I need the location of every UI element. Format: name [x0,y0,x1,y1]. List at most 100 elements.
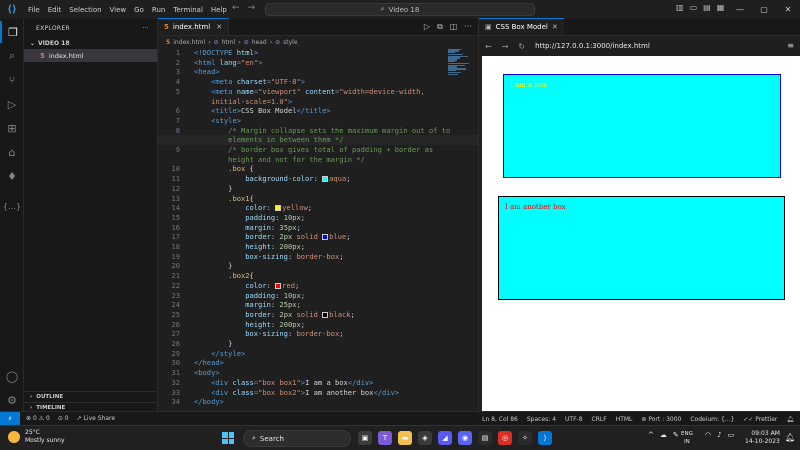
code-line[interactable]: 16 margin: 35px; [158,223,478,233]
discord-icon[interactable]: ◉ [458,431,472,445]
code-line[interactable]: 18 height: 200px; [158,242,478,252]
prettier-status[interactable]: ✓✓ Prettier [743,416,777,423]
mongodb-icon[interactable]: ♦ [0,165,24,187]
command-center[interactable]: ⌕ Video 18 [265,3,535,16]
notifications-icon[interactable]: 🔔︎ [786,416,794,423]
color-swatch[interactable] [322,311,329,318]
windows-start-icon[interactable] [222,432,234,444]
code-line[interactable]: 9 /* border box gives total of padding +… [158,145,478,155]
code-line[interactable]: 13 .box1{ [158,194,478,204]
live-server-port[interactable]: ⊚ Port : 3000 [641,416,681,423]
problems-status[interactable]: ⊗ 0 ⚠ 0 [26,415,50,422]
ports-status[interactable]: ⊙ 0 [58,415,69,422]
extensions-icon[interactable]: ⊞ [0,117,24,139]
toggle-sidebar-icon[interactable]: ▥ [676,3,684,12]
color-swatch[interactable] [275,205,282,212]
chrome-icon[interactable]: ◎ [498,431,512,445]
close-icon[interactable]: ✕ [552,23,558,31]
menu-go[interactable]: Go [130,6,148,14]
maximize-icon[interactable]: ▢ [752,0,776,19]
code-line[interactable]: 29 </style> [158,349,478,359]
app-icon[interactable]: ▤ [478,431,492,445]
cloud-icon[interactable]: ☁ [660,431,667,439]
language-indicator[interactable]: ENG IN [681,430,693,446]
source-control-icon[interactable]: ⑂ [0,69,24,91]
code-line[interactable]: 6 <title>CSS Box Model</title> [158,106,478,116]
back-arrow-icon[interactable]: ← [485,42,492,51]
close-icon[interactable]: ✕ [776,0,800,19]
menu-help[interactable]: Help [207,6,231,14]
color-swatch[interactable] [322,234,329,241]
menu-view[interactable]: View [106,6,131,14]
breadcrumb-head[interactable]: head [252,39,267,46]
code-line[interactable]: 7 <style> [158,116,478,126]
toggle-panel-icon[interactable]: ▭ [690,3,698,12]
vscode-icon[interactable]: ⟩ [538,431,552,445]
code-line[interactable]: 5 <meta name="viewport" content="width=d… [158,87,478,97]
code-line[interactable]: 20 } [158,261,478,271]
code-line[interactable]: 27 box-sizing: border-box; [158,329,478,339]
file-index-html[interactable]: 5 index.html [24,49,157,62]
search-icon[interactable]: ⌕ [0,45,24,67]
app-icon[interactable]: ◈ [418,431,432,445]
indentation[interactable]: Spaces: 4 [527,416,556,423]
code-editor[interactable]: 1 <!DOCTYPE html> 2 <html lang="en"> 3 <head>… [158,48,478,411]
status-icons[interactable]: ◠ ♪ ▭ [705,431,734,439]
code-line[interactable]: 3 <head> [158,67,478,77]
code-line[interactable]: 10 .box { [158,164,478,174]
breadcrumb-style[interactable]: style [283,39,297,46]
split-editor-icon[interactable]: ◫ [450,22,458,32]
code-line[interactable]: 30 </head> [158,358,478,368]
reload-icon[interactable]: ↻ [518,42,525,51]
app-icon[interactable]: ◢ [438,431,452,445]
cursor-position[interactable]: Ln 8, Col 86 [482,416,518,423]
outline-section[interactable]: › OUTLINE [24,391,158,402]
back-arrow-icon[interactable]: ← [232,3,240,13]
forward-arrow-icon[interactable]: → [248,3,256,13]
menu-icon[interactable]: ≡ [787,41,794,50]
code-line[interactable]: 33 <div class="box box2">I am another bo… [158,388,478,398]
code-line[interactable]: 25 border: 2px solid black; [158,310,478,320]
menu-selection[interactable]: Selection [65,6,105,14]
end-of-line[interactable]: CRLF [592,416,607,423]
color-swatch[interactable] [275,282,282,289]
run-debug-icon[interactable]: ▷ [0,93,24,115]
notification-bell-icon[interactable]: 🔔︎ [785,433,795,442]
close-icon[interactable]: ✕ [216,23,222,31]
forward-arrow-icon[interactable]: → [502,42,509,51]
code-line[interactable]: 15 padding: 10px; [158,213,478,223]
menu-edit[interactable]: Edit [44,6,66,14]
folder-video-18[interactable]: ⌄ VIDEO 18 [24,37,157,49]
account-icon[interactable]: ◯ [0,365,24,387]
json-icon[interactable]: {…} [0,195,24,217]
gear-icon[interactable]: ⚙ [0,389,24,411]
color-swatch[interactable] [322,176,329,183]
code-line[interactable]: 8 /* Margin collapse sets the maximum ma… [158,126,478,136]
live-share-status[interactable]: ↗ Live Share [77,415,115,422]
language-mode[interactable]: HTML [616,416,633,423]
code-line[interactable]: 21 .box2{ [158,271,478,281]
code-line[interactable]: 2 <html lang="en"> [158,58,478,68]
chevron-up-icon[interactable]: ^ [648,431,654,439]
breadcrumb-file[interactable]: index.html [173,39,205,46]
url-bar[interactable]: http://127.0.0.1:3000/index.html [535,42,650,50]
breadcrumb-html[interactable]: html [222,39,236,46]
code-line[interactable]: 4 <meta charset="UTF-8"> [158,77,478,87]
toggle-secondary-sidebar-icon[interactable]: ▤ [703,3,711,12]
code-line[interactable]: 28 } [158,339,478,349]
code-line[interactable]: 23 padding: 10px; [158,291,478,301]
code-line[interactable]: initial-scale=1.0"> [158,97,478,107]
app-icon[interactable]: ✧ [518,431,532,445]
menu-file[interactable]: File [24,6,44,14]
run-icon[interactable]: ▷ [424,22,430,32]
menu-terminal[interactable]: Terminal [169,6,207,14]
code-line[interactable]: 31 <body> [158,368,478,378]
remote-icon[interactable]: ⚡ [0,411,20,426]
taskbar-search[interactable]: ⌕ Search [243,430,351,447]
code-line[interactable]: 32 <div class="box box1">I am a box</div… [158,378,478,388]
tab-css-box-model[interactable]: ▣ CSS Box Model ✕ [479,18,564,35]
code-line[interactable]: 14 color: yellow; [158,203,478,213]
code-line[interactable]: 34 </body> [158,397,478,407]
clock[interactable]: 09:03 AM 14-10-2023 [745,430,780,446]
code-line[interactable]: 24 margin: 25px; [158,300,478,310]
